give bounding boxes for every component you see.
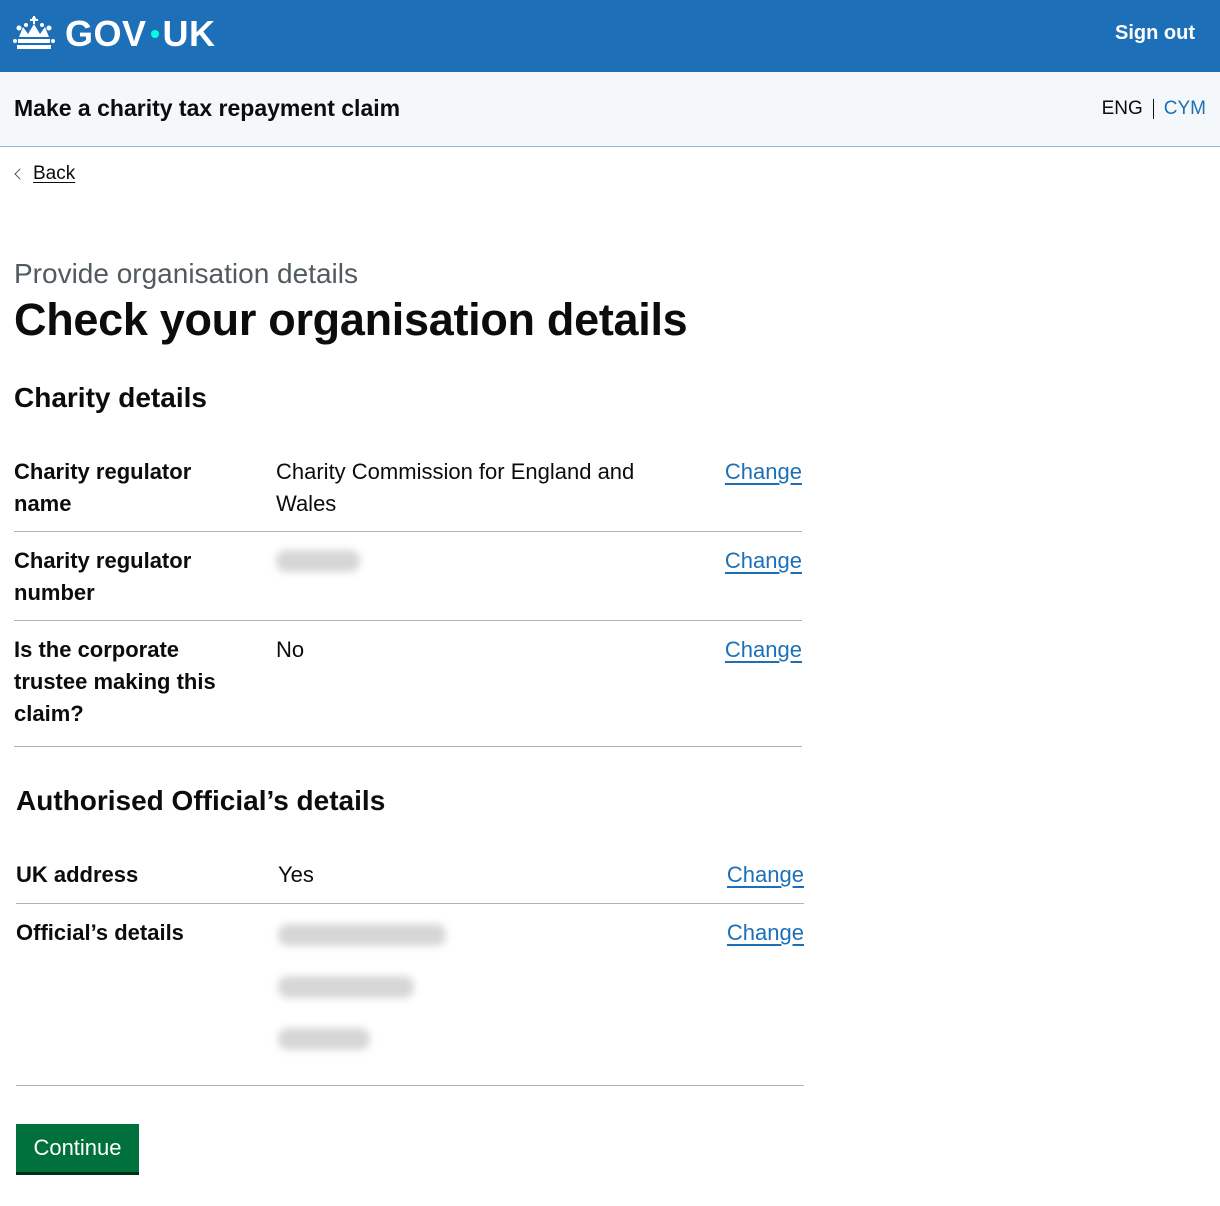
language-eng: ENG [1101,98,1143,119]
summary-row: Is the corporate trustee making this cla… [14,621,802,747]
summary-key: Charity regulator number [14,548,192,605]
govuk-header: GOV UK Sign out [0,0,1220,72]
language-cym-link[interactable]: CYM [1164,98,1206,120]
summary-key: Is the corporate trustee making this cla… [14,637,216,726]
summary-row: UK address Yes Change [16,847,804,904]
service-navigation: Make a charity tax repayment claim ENG C… [0,72,1220,147]
continue-button[interactable]: Continue [16,1124,139,1172]
summary-key: Official’s details [16,920,184,945]
change-corporate-trustee-link[interactable]: Change [725,634,802,666]
language-separator [1152,99,1154,119]
summary-value-redacted [278,924,638,1050]
summary-key: UK address [16,862,139,887]
redacted-text [278,1028,370,1050]
back-link-label: Back [33,163,76,184]
change-charity-regulator-name-link[interactable]: Change [725,456,802,488]
change-charity-regulator-number-link[interactable]: Change [725,545,802,577]
summary-value-redacted [276,550,636,572]
page-caption: Provide organisation details [14,258,358,289]
summary-row: Charity regulator name Charity Commissio… [14,444,802,532]
authorised-official-heading: Authorised Official’s details [16,785,386,816]
summary-value: No [276,637,305,662]
summary-row: Charity regulator number Change [14,532,802,621]
govuk-logotype: GOV UK [65,13,216,54]
logo-dot [150,30,159,39]
summary-key: Charity regulator name [14,459,192,516]
sign-out-link[interactable]: Sign out [1115,22,1195,45]
summary-row: Official’s details Change [16,904,804,1086]
redacted-text [278,924,446,946]
page-title: Check your organisation details [14,294,688,345]
change-uk-address-link[interactable]: Change [727,859,804,891]
crown-icon [13,16,55,49]
change-officials-details-link[interactable]: Change [727,917,804,949]
redacted-text [276,550,360,572]
govuk-logo[interactable]: GOV UK [13,12,216,56]
redacted-text [278,976,414,998]
official-summary-list: UK address Yes Change Official’s details… [16,847,804,1086]
back-link[interactable]: Back [14,163,75,185]
charity-details-heading: Charity details [14,382,207,413]
language-toggle: ENG CYM [1102,98,1206,120]
charity-summary-list: Charity regulator name Charity Commissio… [14,444,802,747]
service-name[interactable]: Make a charity tax repayment claim [14,95,400,122]
summary-value: Yes [278,862,314,887]
chevron-left-icon [14,168,26,180]
summary-value: Charity Commission for England and Wales [276,459,635,516]
